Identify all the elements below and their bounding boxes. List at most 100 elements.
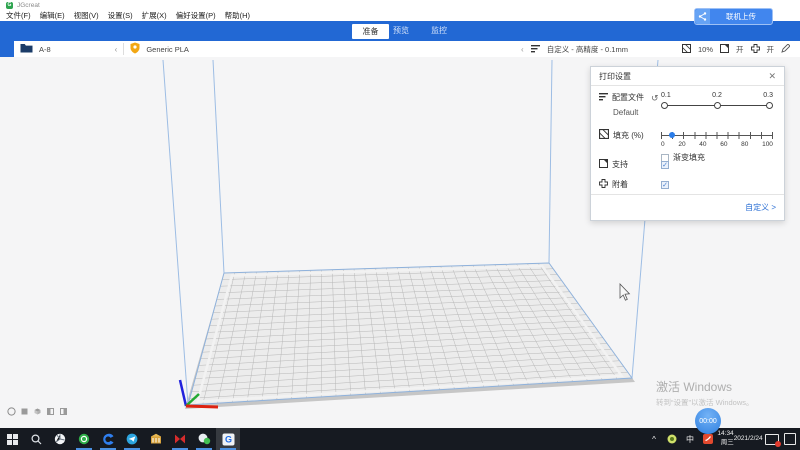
system-tray: ^ 中 14:34 周三 2021/2/24 — [646, 428, 800, 450]
adhesion-row: 附着 — [599, 179, 774, 190]
support-checkbox[interactable] — [661, 161, 669, 169]
adhesion-checkbox[interactable] — [661, 181, 669, 189]
ime-indicator[interactable]: 中 — [682, 428, 698, 450]
notification-icon[interactable] — [764, 428, 780, 450]
material-name[interactable]: Generic PLA — [146, 45, 189, 54]
infill-tick: 20 — [678, 141, 685, 148]
menu-preferences[interactable]: 偏好设置(P) — [176, 10, 216, 21]
open-file-icon[interactable] — [20, 43, 33, 55]
start-button[interactable] — [0, 428, 24, 450]
menu-edit[interactable]: 编辑(E) — [40, 10, 65, 21]
adhesion-icon — [751, 44, 760, 55]
toolbar-accent — [0, 41, 14, 57]
material-shield-icon — [130, 42, 140, 56]
infill-row: 填充 (%) 0 20 40 60 80 100 渐变填充 — [599, 129, 774, 141]
clock-time: 14:34 周三 — [717, 430, 733, 448]
title-bar: G JGcreat — [0, 0, 800, 10]
menu-bar: 文件(F) 编辑(E) 视图(V) 设置(S) 扩展(X) 偏好设置(P) 帮助… — [0, 10, 800, 21]
windows-taskbar: G ^ 中 14:34 周三 2021/2/24 — [0, 428, 800, 450]
infill-percent[interactable]: 10% — [698, 45, 713, 54]
profile-row: 配置文件 ↺ Default 0.1 0.2 0.3 — [599, 92, 774, 103]
bank-app-icon[interactable] — [144, 428, 168, 450]
view-right-icon[interactable] — [59, 407, 68, 416]
layer-height-slider[interactable] — [661, 102, 773, 110]
clock-date: 2021/2/24 — [734, 435, 763, 444]
panel-title: 打印设置 — [599, 71, 631, 82]
online-upload-button[interactable]: 联机上传 — [694, 8, 773, 25]
stage-bar: 准备 预览 监控 — [0, 21, 800, 41]
share-nodes-icon — [695, 9, 710, 24]
view-front-icon[interactable] — [20, 407, 29, 416]
infill-tick: 40 — [699, 141, 706, 148]
settings-collapse-chevron[interactable]: ‹ — [521, 45, 524, 54]
tray-chevron[interactable]: ^ — [646, 428, 662, 450]
paper-plane-app-icon[interactable] — [120, 428, 144, 450]
support-icon — [720, 44, 729, 55]
adhesion-label: 附着 — [612, 179, 628, 190]
profile-bars-icon — [531, 44, 540, 55]
reset-profile-icon[interactable]: ↺ — [651, 93, 659, 104]
support-row: 支持 — [599, 159, 774, 170]
layer-stop-0.1[interactable] — [661, 102, 668, 109]
support-state[interactable]: 开 — [736, 44, 744, 55]
menu-view[interactable]: 视图(V) — [74, 10, 99, 21]
recorder-timer-bubble[interactable]: 00:00 — [695, 408, 721, 434]
c-browser-app-icon[interactable] — [96, 428, 120, 450]
infill-slider-handle[interactable] — [669, 132, 675, 138]
svg-text:G: G — [224, 434, 231, 444]
app-logo-icon: G — [6, 2, 13, 9]
layer-stop-0.3[interactable] — [766, 102, 773, 109]
layer-mark: 0.1 — [661, 92, 671, 99]
view-left-icon[interactable] — [46, 407, 55, 416]
toolbar-separator — [123, 43, 124, 55]
wechat-app-icon[interactable] — [192, 428, 216, 450]
edit-pencil-icon[interactable] — [781, 44, 790, 55]
infill-label: 填充 (%) — [613, 130, 644, 141]
infill-grid-icon — [599, 129, 609, 141]
view-top-icon[interactable] — [33, 407, 42, 416]
print-settings-panel: 打印设置 ✕ 配置文件 ↺ Default 0.1 0.2 0.3 — [590, 66, 785, 221]
tab-monitor[interactable]: 监控 — [431, 21, 447, 41]
support-label: 支持 — [612, 159, 628, 170]
tab-preview[interactable]: 预览 — [393, 21, 409, 41]
jgcreat-taskbar-icon[interactable]: G — [216, 428, 240, 450]
tab-prepare[interactable]: 准备 — [352, 24, 389, 39]
infill-tick: 0 — [661, 141, 665, 148]
layer-mark: 0.3 — [763, 92, 773, 99]
profile-value: Default — [613, 108, 638, 117]
upload-button-label: 联机上传 — [710, 11, 772, 22]
config-toolbar: A-8 ‹ Generic PLA ‹ 自定义 - 高精度 - 0.1mm 10… — [0, 41, 800, 58]
close-icon[interactable]: ✕ — [768, 71, 776, 82]
window-title: JGcreat — [17, 2, 40, 9]
printer-name[interactable]: A-8 — [39, 45, 51, 54]
pinwheel-app-icon[interactable] — [48, 428, 72, 450]
infill-tick: 80 — [741, 141, 748, 148]
view-3d-icon[interactable] — [7, 407, 16, 416]
layer-mark: 0.2 — [712, 92, 722, 99]
recorder-timer-value: 00:00 — [699, 418, 717, 425]
menu-help[interactable]: 帮助(H) — [225, 10, 250, 21]
menu-settings[interactable]: 设置(S) — [108, 10, 133, 21]
tray-app-icon[interactable] — [664, 428, 680, 450]
printer-collapse-chevron[interactable]: ‹ — [115, 45, 118, 54]
mouse-cursor — [620, 284, 629, 300]
infill-grid-icon — [682, 44, 691, 55]
butterfly-app-icon[interactable] — [168, 428, 192, 450]
green-circle-app-icon[interactable] — [72, 428, 96, 450]
profile-bars-icon — [599, 92, 608, 103]
menu-file[interactable]: 文件(F) — [6, 10, 31, 21]
profile-label: 配置文件 — [612, 92, 644, 103]
adhesion-icon — [599, 179, 608, 190]
custom-settings-button[interactable]: 自定义 > — [745, 202, 776, 213]
infill-slider[interactable] — [661, 132, 773, 139]
support-icon — [599, 159, 608, 170]
profile-name[interactable]: 自定义 - 高精度 - 0.1mm — [547, 44, 628, 55]
search-icon[interactable] — [24, 428, 48, 450]
taskbar-clock[interactable]: 14:34 周三 2021/2/24 — [718, 428, 762, 450]
layer-stop-0.2[interactable] — [714, 102, 721, 109]
view-orientation-bar — [7, 407, 68, 416]
action-center-icon[interactable] — [782, 428, 798, 450]
adhesion-state[interactable]: 开 — [767, 44, 775, 55]
menu-extensions[interactable]: 扩展(X) — [142, 10, 167, 21]
infill-tick: 60 — [720, 141, 727, 148]
